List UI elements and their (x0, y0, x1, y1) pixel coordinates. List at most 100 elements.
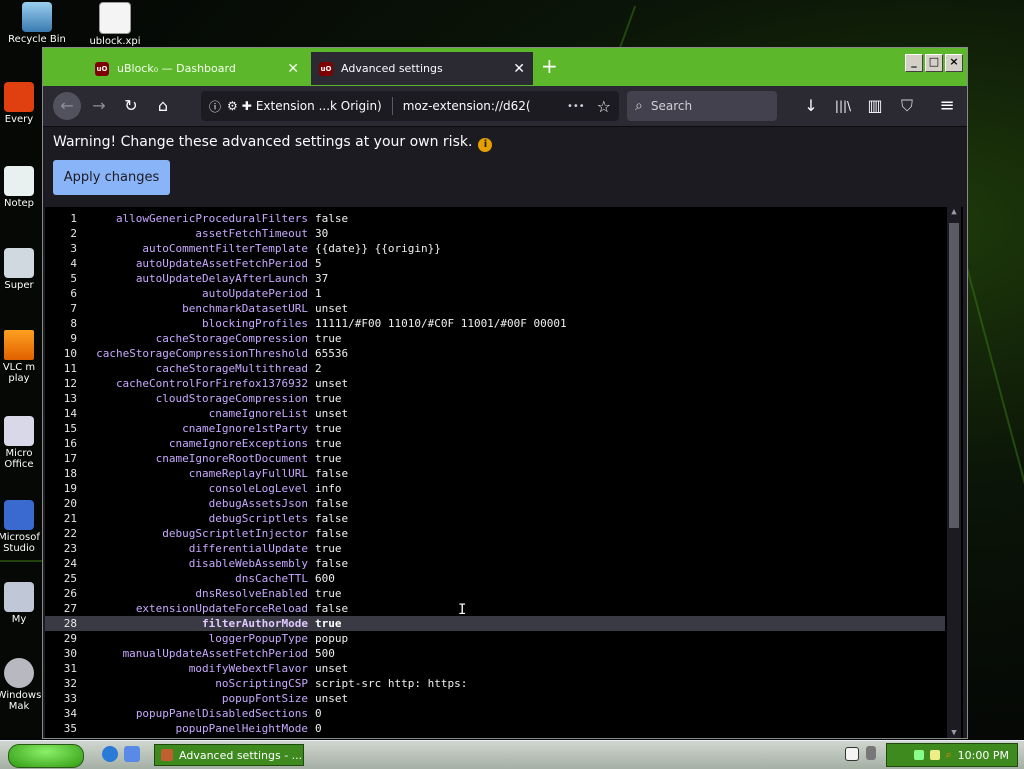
setting-value[interactable]: 65536 (315, 346, 348, 361)
setting-value[interactable]: 600 (315, 571, 335, 586)
setting-name[interactable]: blockingProfiles (202, 316, 308, 331)
desktop-icon-microsoft-office[interactable]: Micro Office (0, 416, 42, 470)
setting-value[interactable]: script-src http: https: (315, 676, 467, 691)
setting-row[interactable]: 21 debugScriptlets false (45, 511, 945, 526)
setting-row[interactable]: 6 autoUpdatePeriod 1 (45, 286, 945, 301)
desktop-icon-super[interactable]: Super (0, 248, 42, 291)
setting-value[interactable]: 11111/#F00 11010/#C0F 11001/#00F 00001 (315, 316, 567, 331)
setting-row[interactable]: 35 popupPanelHeightMode 0 (45, 721, 945, 736)
desktop-icon-windows-movie-maker[interactable]: Windows Mak (0, 658, 42, 712)
desktop-icon-everything[interactable]: Every (0, 82, 42, 125)
sidebar-icon[interactable]: ▥ (865, 96, 885, 116)
new-tab-button[interactable]: + (541, 56, 558, 76)
taskbar-item-advanced-settings[interactable]: Advanced settings - ... (154, 744, 304, 766)
clock[interactable]: 10:00 PM (958, 749, 1009, 762)
back-icon[interactable]: ← (53, 92, 81, 120)
setting-value[interactable]: false (315, 511, 348, 526)
settings-editor[interactable]: 35 popupPanelHeightMode 0 34 popupPanelDisab… (45, 207, 963, 738)
setting-row[interactable]: 32 noScriptingCSP script-src http: https: (45, 676, 945, 691)
desktop-icon-microsoft-studio[interactable]: Microsof Studio (0, 500, 42, 554)
setting-row[interactable]: 17 cnameIgnoreRootDocument true (45, 451, 945, 466)
url-identity[interactable]: Extension ...k Origin) (256, 99, 382, 113)
setting-name[interactable]: cacheStorageMultithread (156, 361, 308, 376)
setting-value[interactable]: unset (315, 661, 348, 676)
setting-value[interactable]: 0 (315, 706, 322, 721)
setting-value[interactable]: unset (315, 301, 348, 316)
setting-name[interactable]: cnameReplayFullURL (189, 466, 308, 481)
setting-row[interactable]: 22 debugScriptletInjector false (45, 526, 945, 541)
setting-row[interactable]: 31 modifyWebextFlavor unset (45, 661, 945, 676)
setting-name[interactable]: assetFetchTimeout (195, 226, 308, 241)
forward-icon[interactable]: → (89, 96, 109, 116)
setting-name[interactable]: popupPanelDisabledSections (136, 706, 308, 721)
close-tab-icon[interactable]: ✕ (513, 61, 525, 77)
ublock-shield-icon[interactable]: ⛉ (897, 96, 917, 116)
setting-row[interactable]: 27 extensionUpdateForceReload false (45, 601, 945, 616)
reload-icon[interactable]: ↻ (121, 96, 141, 116)
setting-name[interactable]: autoUpdateAssetFetchPeriod (136, 256, 308, 271)
tab-dashboard[interactable]: uO uBlock₀ — Dashboard ✕ (87, 52, 307, 85)
download-icon[interactable]: ↓ (801, 96, 821, 116)
network-icon[interactable] (913, 750, 924, 760)
setting-name[interactable]: cnameIgnoreRootDocument (156, 451, 308, 466)
editor-scrollbar[interactable]: ▲ ▼ (947, 207, 961, 738)
setting-row[interactable]: 34 popupPanelDisabledSections 0 (45, 706, 945, 721)
setting-row[interactable]: 1 allowGenericProceduralFilters false (45, 211, 945, 226)
search-input[interactable]: ⌕ Search (627, 91, 777, 121)
show-desktop-icon[interactable] (124, 746, 140, 762)
close-window-button[interactable]: × (945, 54, 963, 72)
setting-row[interactable]: 4 autoUpdateAssetFetchPeriod 5 (45, 256, 945, 271)
setting-value[interactable]: false (315, 211, 348, 226)
setting-value[interactable]: true (315, 436, 342, 451)
start-button[interactable] (8, 744, 84, 768)
setting-value[interactable]: unset (315, 406, 348, 421)
setting-row[interactable]: 9 cacheStorageCompression true (45, 331, 945, 346)
setting-name[interactable]: extensionUpdateForceReload (136, 601, 308, 616)
setting-value[interactable]: false (315, 496, 348, 511)
setting-row[interactable]: 18 cnameReplayFullURL false (45, 466, 945, 481)
setting-row[interactable]: 28 filterAuthorMode true (45, 616, 945, 631)
setting-value[interactable]: true (315, 451, 342, 466)
setting-name[interactable]: autoUpdatePeriod (202, 286, 308, 301)
setting-row[interactable]: 26 dnsResolveEnabled true (45, 586, 945, 601)
setting-value[interactable]: 2 (315, 361, 322, 376)
setting-row[interactable]: 11 cacheStorageMultithread 2 (45, 361, 945, 376)
setting-name[interactable]: popupPanelHeightMode (176, 721, 308, 736)
setting-row[interactable]: 14 cnameIgnoreList unset (45, 406, 945, 421)
maximize-button[interactable]: □ (925, 54, 943, 72)
setting-name[interactable]: debugScriptletInjector (162, 526, 308, 541)
scroll-down-icon[interactable]: ▼ (947, 728, 961, 738)
setting-name[interactable]: differentialUpdate (189, 541, 308, 556)
desktop-icon-notepad[interactable]: Notep (0, 166, 42, 209)
setting-value[interactable]: 5 (315, 256, 322, 271)
setting-name[interactable]: debugScriptlets (209, 511, 308, 526)
page-actions-icon[interactable]: ••• (567, 101, 585, 112)
setting-row[interactable]: 30 manualUpdateAssetFetchPeriod 500 (45, 646, 945, 661)
setting-value[interactable]: unset (315, 691, 348, 706)
desktop-icon-my[interactable]: My (0, 582, 42, 625)
setting-value[interactable]: {{date}} {{origin}} (315, 241, 441, 256)
library-icon[interactable]: |||\ (833, 96, 853, 116)
bookmark-star-icon[interactable]: ☆ (597, 97, 611, 116)
minimize-button[interactable]: _ (905, 54, 923, 72)
setting-row[interactable]: 7 benchmarkDatasetURL unset (45, 301, 945, 316)
setting-value[interactable]: 0 (315, 721, 322, 736)
scroll-up-icon[interactable]: ▲ (947, 207, 961, 217)
setting-value[interactable]: popup (315, 631, 348, 646)
setting-row[interactable]: 29 loggerPopupType popup (45, 631, 945, 646)
setting-name[interactable]: filterAuthorMode (202, 616, 308, 631)
setting-row[interactable]: 8 blockingProfiles 11111/#F00 11010/#C0F 1… (45, 316, 945, 331)
desktop-icon-vlc[interactable]: VLC m play (0, 330, 42, 384)
setting-value[interactable]: true (315, 391, 342, 406)
setting-row[interactable]: 5 autoUpdateDelayAfterLaunch 37 (45, 271, 945, 286)
setting-value[interactable]: true (315, 616, 342, 631)
setting-name[interactable]: manualUpdateAssetFetchPeriod (123, 646, 308, 661)
tray-expand-icon[interactable] (866, 746, 876, 760)
setting-row[interactable]: 16 cnameIgnoreExceptions true (45, 436, 945, 451)
setting-row[interactable]: 15 cnameIgnore1stParty true (45, 421, 945, 436)
setting-value[interactable]: true (315, 541, 342, 556)
setting-name[interactable]: disableWebAssembly (189, 556, 308, 571)
desktop-icon-ublock-xpi[interactable]: ublock.xpi (80, 2, 150, 47)
volume-icon[interactable] (929, 750, 940, 760)
setting-value[interactable]: true (315, 421, 342, 436)
